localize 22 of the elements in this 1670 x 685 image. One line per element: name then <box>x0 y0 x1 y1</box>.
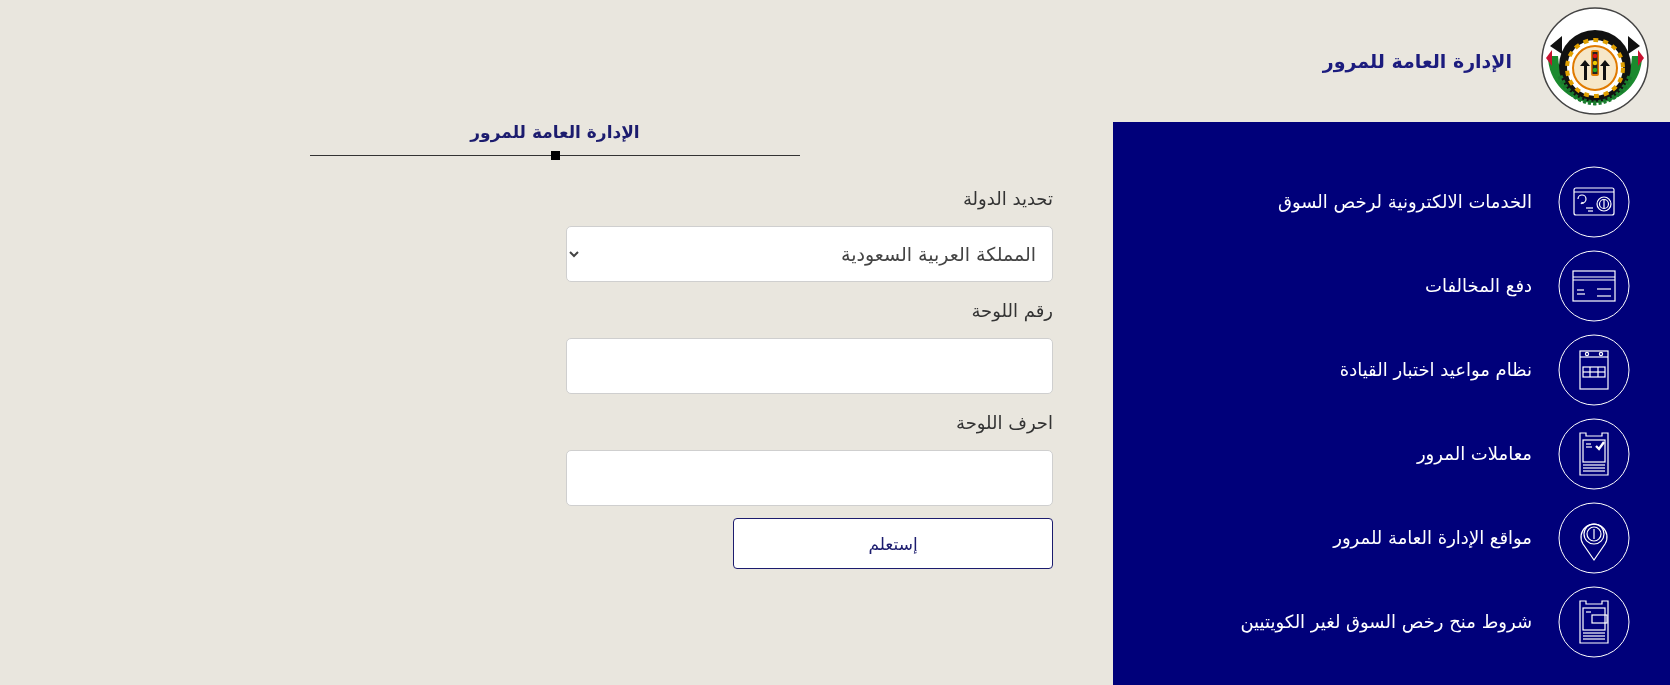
field-label: تحديد الدولة <box>961 188 1053 212</box>
pdf-document-icon[interactable] <box>1558 586 1630 658</box>
field-label: احرف اللوحة <box>955 412 1053 436</box>
calendar-icon[interactable] <box>1558 334 1630 406</box>
map-pin-icon[interactable] <box>1558 502 1630 574</box>
menu-link[interactable]: نظام مواعيد اختبار القيادة <box>1339 356 1532 384</box>
field-label: رقم اللوحة <box>970 300 1053 324</box>
menu-link[interactable]: الخدمات الالكترونية لرخص السوق <box>1277 188 1532 216</box>
id-card-icon[interactable] <box>1558 166 1630 238</box>
form-title: الإدارة العامة للمرور <box>470 122 640 142</box>
site-title: الإدارة العامة للمرور <box>1322 50 1512 72</box>
menu-link[interactable]: مواقع الإدارة العامة للمرور <box>1333 524 1532 552</box>
menu-link[interactable]: شروط منح رخص السوق لغير الكويتيين <box>1240 608 1532 636</box>
menu-link[interactable]: معاملات المرور <box>1416 440 1532 468</box>
credit-card-icon[interactable] <box>1558 250 1630 322</box>
clipboard-check-icon[interactable] <box>1558 418 1630 490</box>
input-field[interactable] <box>566 450 1053 506</box>
input-field[interactable] <box>566 338 1053 394</box>
menu-link[interactable]: دفع المخالفات <box>1425 272 1532 300</box>
divider-ornament <box>550 151 560 160</box>
country-select[interactable]: المملكة العربية السعودية <box>566 226 1053 282</box>
submit-button[interactable]: إستعلم <box>733 518 1053 569</box>
